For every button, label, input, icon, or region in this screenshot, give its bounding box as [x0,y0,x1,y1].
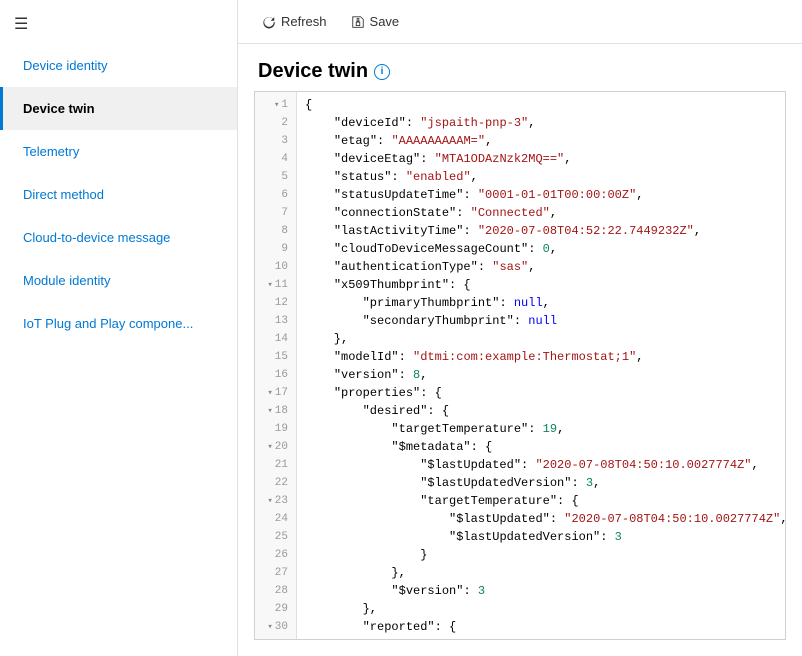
line-number: ▾17 [255,384,296,402]
line-number: 31 [255,636,296,640]
code-line: "desired": { [305,402,786,420]
line-number: 10 [255,258,296,276]
code-line: "targetTemperature": { [305,492,786,510]
line-numbers: ▾12345678910▾111213141516▾17▾1819▾202122… [255,92,297,640]
collapse-arrow[interactable]: ▾ [267,492,272,510]
sidebar-item-iot-plug[interactable]: IoT Plug and Play compone... [0,302,237,345]
line-number: ▾20 [255,438,296,456]
info-icon[interactable]: i [374,64,390,80]
save-label: Save [370,14,400,29]
sidebar-item-device-twin[interactable]: Device twin [0,87,237,130]
code-line: "etag": "AAAAAAAAAM=", [305,132,786,150]
line-number: ▾30 [255,618,296,636]
code-line: "$metadata": { [305,438,786,456]
line-number: 14 [255,330,296,348]
collapse-arrow[interactable]: ▾ [267,384,272,402]
code-line: }, [305,330,786,348]
collapse-arrow[interactable]: ▾ [267,438,272,456]
line-number: 29 [255,600,296,618]
code-line: } [305,546,786,564]
sidebar: ☰ Device identityDevice twinTelemetryDir… [0,0,238,656]
code-line: "secondaryThumbprint": null [305,312,786,330]
line-number: 26 [255,546,296,564]
code-line: "connectionState": "Connected", [305,204,786,222]
code-line: }, [305,600,786,618]
sidebar-item-module-identity[interactable]: Module identity [0,259,237,302]
line-number: 21 [255,456,296,474]
code-line: "targetTemperature": 19, [305,420,786,438]
code-line: "primaryThumbprint": null, [305,294,786,312]
code-line: "reported": { [305,618,786,636]
line-number: 8 [255,222,296,240]
code-line: "authenticationType": "sas", [305,258,786,276]
code-line: "$version": 3 [305,582,786,600]
code-line: "$lastUpdatedVersion": 3, [305,474,786,492]
code-line: "x509Thumbprint": { [305,276,786,294]
line-number: 19 [255,420,296,438]
line-number: 2 [255,114,296,132]
page-header: Device twin i [238,44,802,91]
refresh-button[interactable]: Refresh [254,10,335,33]
line-number: 7 [255,204,296,222]
code-line: "status": "enabled", [305,168,786,186]
refresh-label: Refresh [281,14,327,29]
json-editor[interactable]: ▾12345678910▾111213141516▾17▾1819▾202122… [254,91,786,640]
line-number: 24 [255,510,296,528]
code-line: "maxTempSinceLastReboot": 30, [305,636,786,640]
code-line: "deviceEtag": "MTA1ODAzNzk2MQ==", [305,150,786,168]
line-number: 16 [255,366,296,384]
collapse-arrow[interactable]: ▾ [267,618,272,636]
refresh-icon [262,15,276,29]
sidebar-item-cloud-to-device[interactable]: Cloud-to-device message [0,216,237,259]
save-button[interactable]: Save [343,10,408,33]
sidebar-item-telemetry[interactable]: Telemetry [0,130,237,173]
line-number: 3 [255,132,296,150]
hamburger-icon[interactable]: ☰ [0,4,237,44]
toolbar: Refresh Save [238,0,802,44]
sidebar-item-device-identity[interactable]: Device identity [0,44,237,87]
sidebar-item-direct-method[interactable]: Direct method [0,173,237,216]
code-line: "modelId": "dtmi:com:example:Thermostat;… [305,348,786,366]
collapse-arrow[interactable]: ▾ [274,96,279,114]
line-number: 25 [255,528,296,546]
line-number: 12 [255,294,296,312]
main-content: Refresh Save Device twin i ▾12345678910▾… [238,0,802,656]
line-number: ▾18 [255,402,296,420]
code-line: "$lastUpdated": "2020-07-08T04:50:10.002… [305,510,786,528]
code-line: { [305,96,786,114]
line-number: 13 [255,312,296,330]
code-line: "lastActivityTime": "2020-07-08T04:52:22… [305,222,786,240]
code-line: "cloudToDeviceMessageCount": 0, [305,240,786,258]
code-line: "$lastUpdatedVersion": 3 [305,528,786,546]
line-number: 5 [255,168,296,186]
collapse-arrow[interactable]: ▾ [267,402,272,420]
line-number: 22 [255,474,296,492]
line-number: 27 [255,564,296,582]
line-number: 4 [255,150,296,168]
code-line: "$lastUpdated": "2020-07-08T04:50:10.002… [305,456,786,474]
code-line: "version": 8, [305,366,786,384]
line-number: ▾23 [255,492,296,510]
line-number: 9 [255,240,296,258]
save-icon [351,15,365,29]
code-line: "properties": { [305,384,786,402]
line-number: 15 [255,348,296,366]
code-line: }, [305,564,786,582]
line-number: 6 [255,186,296,204]
line-number: 28 [255,582,296,600]
code-content: { "deviceId": "jspaith-pnp-3", "etag": "… [297,92,786,640]
collapse-arrow[interactable]: ▾ [267,276,272,294]
line-number: ▾11 [255,276,296,294]
code-line: "deviceId": "jspaith-pnp-3", [305,114,786,132]
editor-lines: ▾12345678910▾111213141516▾17▾1819▾202122… [255,92,785,640]
code-line: "statusUpdateTime": "0001-01-01T00:00:00… [305,186,786,204]
line-number: ▾1 [255,96,296,114]
page-title: Device twin [258,60,368,83]
